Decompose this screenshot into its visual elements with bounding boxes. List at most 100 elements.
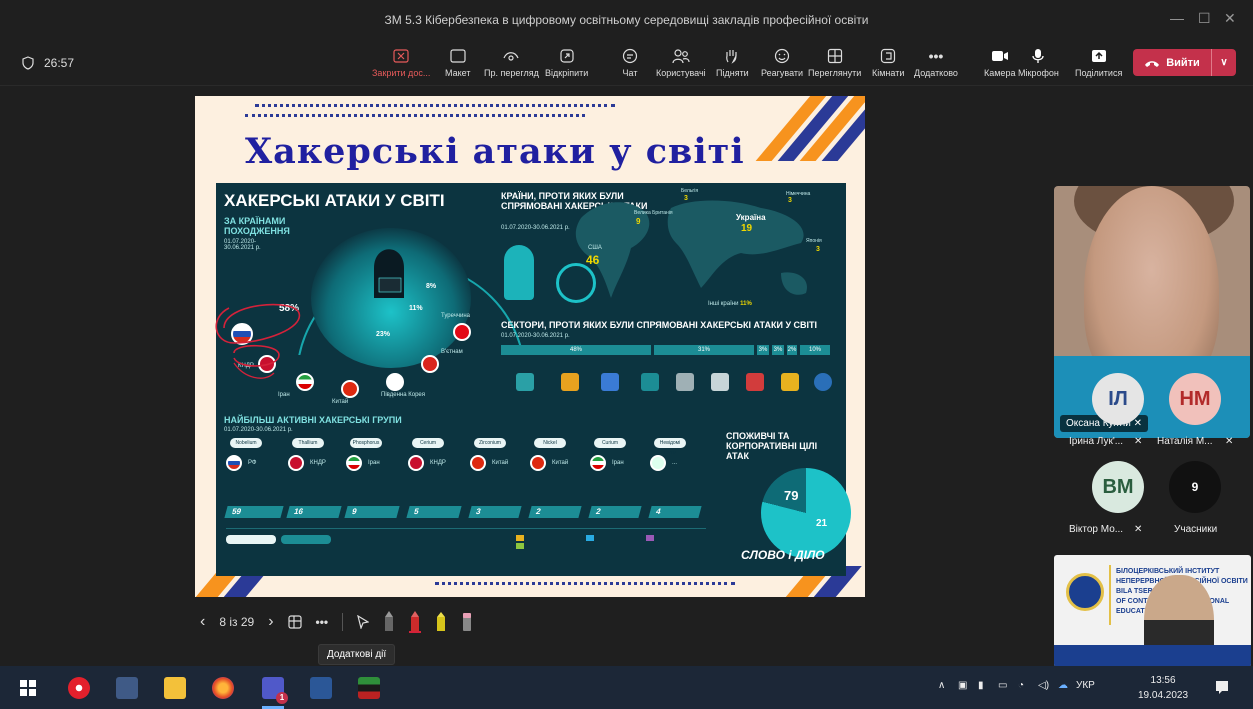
network-icon[interactable]: ◔ — [1018, 680, 1024, 691]
calculator-icon[interactable] — [116, 677, 138, 699]
sector-bar: 3% — [772, 345, 784, 355]
legend-swatch — [516, 535, 524, 541]
more-actions-button[interactable]: ••• — [316, 615, 329, 629]
participant-avatar[interactable]: ІЛ — [1092, 373, 1144, 425]
banner-footer — [1054, 645, 1251, 667]
group-country: Іран — [612, 460, 624, 466]
layout-button[interactable]: Макет — [445, 47, 470, 78]
stop-sharing-button[interactable]: Закрити дос... — [372, 47, 430, 78]
title-bar: ЗМ 5.3 Кібербезпека в цифровому освітньо… — [0, 0, 1253, 40]
people-button[interactable]: Користувачі — [656, 47, 706, 78]
infographic-heading: ХАКЕРСЬКІ АТАКИ У СВІТІ — [224, 191, 445, 210]
timer-text: 26:57 — [44, 56, 75, 70]
maximize-icon[interactable]: ☐ — [1198, 10, 1211, 27]
share-label: Поділитися — [1075, 68, 1123, 78]
leave-button[interactable]: Вийти ∨ — [1133, 49, 1236, 76]
chevron-down-icon[interactable]: ∨ — [1212, 57, 1236, 68]
ngo-icon — [561, 373, 579, 391]
window-title: ЗМ 5.3 Кібербезпека в цифровому освітньо… — [384, 13, 869, 27]
react-button[interactable]: Реагувати — [761, 47, 803, 78]
presenter-video[interactable]: БІЛОЦЕРКІВСЬКИЙ ІНСТИТУТ НЕПЕРЕРВНОЇ ПРО… — [1054, 555, 1251, 667]
pen-black-icon[interactable] — [383, 611, 395, 633]
participants-count[interactable]: 9 — [1169, 461, 1221, 513]
opera-icon[interactable] — [68, 677, 90, 699]
share-button[interactable]: Поділитися — [1075, 47, 1122, 78]
group-value-bar: 3 — [468, 506, 522, 518]
group-name: Nobelium — [230, 438, 262, 448]
flag-china-icon — [530, 455, 546, 471]
windows-start-icon[interactable] — [20, 680, 36, 696]
next-slide-button[interactable]: › — [268, 613, 273, 631]
language-indicator[interactable]: УКР — [1076, 680, 1095, 691]
minimize-icon[interactable]: — — [1170, 10, 1184, 26]
flag-russia-icon — [226, 455, 242, 471]
windows-taskbar: 1 ∧ ▣ ▮ ▭ ◔ ◁) ☁ УКР 13:56 19.04.2023 — [0, 666, 1253, 709]
usb-icon[interactable]: ▮ — [978, 680, 984, 691]
sector-bar: 48% — [501, 345, 651, 355]
close-share-icon — [393, 49, 409, 63]
rooms-button[interactable]: Кімнати — [872, 47, 904, 78]
more-icon: ••• — [928, 48, 944, 64]
notifications-icon[interactable] — [1215, 680, 1229, 694]
mic-icon — [1032, 49, 1045, 63]
unpin-button[interactable]: Відкріпити — [545, 47, 588, 78]
word-icon[interactable] — [310, 677, 332, 699]
target-name: США — [588, 245, 602, 251]
sector-bar: 3% — [757, 345, 769, 355]
energy-icon — [781, 373, 799, 391]
legend-area — [226, 528, 706, 560]
participant-avatar[interactable]: ВМ — [1092, 461, 1144, 513]
target-value: 3 — [816, 246, 820, 253]
highlighter-icon[interactable] — [435, 611, 447, 633]
participant-avatar[interactable]: НМ — [1169, 373, 1221, 425]
infographic: ХАКЕРСЬКІ АТАКИ У СВІТІ ЗА КРАЇНАМИ ПОХО… — [215, 183, 851, 576]
sectors-period: 01.07.2020-30.06.2021 р. — [501, 333, 570, 339]
preview-button[interactable]: Пр. перегляд — [484, 47, 539, 78]
app-icon[interactable] — [358, 677, 380, 699]
group-name: Cerium — [412, 438, 444, 448]
target-name: Україна — [736, 213, 766, 222]
corporate-value: 79 — [784, 488, 799, 503]
tray-chevron-icon[interactable]: ∧ — [938, 680, 945, 691]
group-country: Іран — [368, 460, 380, 466]
international-icon — [641, 373, 659, 391]
view-button[interactable]: Переглянути — [808, 47, 861, 78]
chat-button[interactable]: Чат — [620, 47, 640, 78]
group-name: Zirconium — [474, 438, 506, 448]
file-explorer-icon[interactable] — [164, 677, 186, 699]
battery-icon[interactable]: ▭ — [998, 680, 1007, 691]
flag-north-korea-icon — [408, 455, 424, 471]
group-value-bar: 2 — [588, 506, 642, 518]
other-countries-label: Інші країни — [708, 301, 739, 307]
rooms-icon — [881, 48, 896, 64]
banner-divider — [1109, 565, 1111, 625]
mic-button[interactable]: Мікрофон — [1018, 47, 1059, 78]
more-button[interactable]: ••• Додатково — [914, 47, 958, 78]
flag-turkey-icon — [453, 323, 471, 341]
it-icon — [676, 373, 694, 391]
onedrive-icon[interactable]: ☁ — [1058, 680, 1068, 691]
legend-swatch — [646, 535, 654, 541]
people-icon — [672, 49, 690, 64]
volume-icon[interactable]: ◁) — [1038, 680, 1049, 691]
pen-red-icon[interactable] — [409, 611, 422, 633]
tray-app-icon[interactable]: ▣ — [958, 680, 967, 691]
react-label: Реагувати — [761, 68, 804, 78]
sectors-heading: СЕКТОРИ, ПРОТИ ЯКИХ БУЛИ СПРЯМОВАНІ ХАКЕ… — [501, 320, 818, 330]
legend-swatch — [586, 535, 594, 541]
group-name: Невідомі групи — [654, 438, 686, 456]
react-icon — [774, 48, 790, 64]
slide-grid-icon[interactable] — [287, 615, 302, 629]
prev-slide-button[interactable]: ‹ — [200, 613, 205, 631]
eraser-icon[interactable] — [461, 611, 473, 633]
consumer-value: 21 — [816, 518, 828, 529]
mic-off-icon: ✕ — [1225, 436, 1234, 447]
close-icon[interactable]: ✕ — [1224, 10, 1236, 27]
slide-decor-dots — [255, 104, 615, 107]
taskbar-clock[interactable]: 13:56 19.04.2023 — [1138, 673, 1188, 703]
firefox-icon[interactable] — [212, 677, 234, 699]
raise-hand-button[interactable]: Підняти — [716, 47, 749, 78]
camera-button[interactable]: Камера — [984, 47, 1015, 78]
tooltip: Додаткові дії — [318, 644, 396, 665]
pointer-icon[interactable] — [357, 615, 370, 629]
